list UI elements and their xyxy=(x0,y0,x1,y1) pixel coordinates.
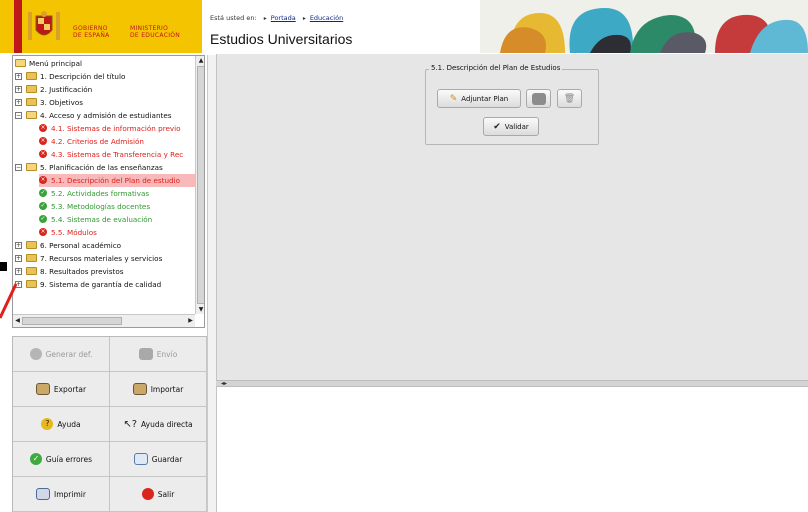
monitor-icon xyxy=(531,92,546,105)
exit-icon xyxy=(141,488,154,500)
navigation-tree-panel: Menú principal + 1. Descripción del títu… xyxy=(12,55,205,328)
error-guide-button[interactable]: ✓ Guía errores xyxy=(13,442,110,477)
folder-icon xyxy=(26,98,37,106)
page-header: GOBIERNO DE ESPAÑA MINISTERIO DE EDUCACIÓN… xyxy=(0,0,808,53)
breadcrumb: Está usted en: ▸ Portada ▸ Educación xyxy=(210,14,343,22)
work-area: 5.1. Descripción del Plan de Estudios ✎ … xyxy=(216,54,808,380)
check-icon: ✓ xyxy=(39,202,47,210)
exit-button[interactable]: Salir xyxy=(110,477,207,512)
error-icon: × xyxy=(39,124,47,132)
view-plan-button[interactable] xyxy=(526,89,551,108)
export-icon xyxy=(35,383,50,395)
expand-plus-icon[interactable]: + xyxy=(15,268,22,275)
expand-plus-icon[interactable]: + xyxy=(15,242,22,249)
header-decoration xyxy=(480,0,808,53)
scroll-down-icon[interactable]: ▼ xyxy=(196,305,204,314)
tree-vertical-scrollbar[interactable]: ▲ ▼ xyxy=(195,56,204,314)
page-title: Estudios Universitarios xyxy=(210,31,353,47)
folder-icon xyxy=(26,241,37,249)
action-buttons-panel: Generar def. Envío Exportar Importar ? A… xyxy=(12,336,207,512)
import-button[interactable]: Importar xyxy=(110,372,207,407)
print-button[interactable]: Imprimir xyxy=(13,477,110,512)
error-icon: × xyxy=(39,228,47,236)
ministry-name: MINISTERIO DE EDUCACIÓN xyxy=(130,25,181,39)
tree-item-5-1[interactable]: × 5.1. Descripción del Plan de estudio xyxy=(39,174,195,187)
validate-button[interactable]: ✔ Validar xyxy=(483,117,539,136)
folder-icon xyxy=(26,267,37,275)
folder-open-icon xyxy=(15,59,26,67)
save-icon xyxy=(133,453,148,465)
pointer-help-icon: ↖? xyxy=(123,418,138,430)
expand-plus-icon[interactable]: + xyxy=(15,255,22,262)
collapse-minus-icon[interactable]: − xyxy=(15,112,22,119)
collapse-minus-icon[interactable]: − xyxy=(15,164,22,171)
folder-icon xyxy=(26,280,37,288)
splitter-arrows-icon[interactable]: ◂▸ xyxy=(221,381,227,387)
send-icon xyxy=(138,348,153,360)
check-icon: ✓ xyxy=(39,215,47,223)
help-button[interactable]: ? Ayuda xyxy=(13,407,110,442)
flag-stripe xyxy=(14,0,22,53)
delete-plan-button[interactable]: 🗑 xyxy=(557,89,582,108)
expand-plus-icon[interactable]: + xyxy=(15,73,22,80)
check-icon: ✓ xyxy=(29,453,42,465)
paperclip-icon: ✎ xyxy=(449,93,458,104)
printer-icon xyxy=(36,488,51,500)
scroll-thumb[interactable] xyxy=(197,66,204,304)
breadcrumb-link-portada[interactable]: Portada xyxy=(271,14,296,22)
breadcrumb-prefix: Está usted en: xyxy=(210,14,257,22)
export-button[interactable]: Exportar xyxy=(13,372,110,407)
lower-content-pane xyxy=(216,387,808,512)
tree-horizontal-scrollbar[interactable]: ◀ ▶ xyxy=(13,314,195,327)
breadcrumb-arrow-icon: ▸ xyxy=(302,15,306,22)
annotation-marker xyxy=(0,262,7,271)
send-button[interactable]: Envío xyxy=(110,337,207,372)
expand-plus-icon[interactable]: + xyxy=(15,99,22,106)
direct-help-button[interactable]: ↖? Ayuda directa xyxy=(110,407,207,442)
trash-icon: 🗑 xyxy=(563,93,576,104)
error-icon: × xyxy=(39,150,47,158)
folder-open-icon xyxy=(26,111,37,119)
folder-icon xyxy=(26,72,37,80)
import-icon xyxy=(132,383,147,395)
navigation-tree: Menú principal + 1. Descripción del títu… xyxy=(13,56,195,314)
expand-plus-icon[interactable]: + xyxy=(15,86,22,93)
error-icon: × xyxy=(39,137,47,145)
panel-divider[interactable] xyxy=(207,55,216,512)
checkmark-icon: ✔ xyxy=(493,121,501,132)
coat-of-arms-icon xyxy=(28,11,60,40)
folder-icon xyxy=(26,85,37,93)
folder-icon xyxy=(26,254,37,262)
plan-description-fieldset: 5.1. Descripción del Plan de Estudios ✎ … xyxy=(425,64,599,145)
government-logo[interactable]: GOBIERNO DE ESPAÑA MINISTERIO DE EDUCACIÓN xyxy=(0,0,202,53)
fieldset-legend: 5.1. Descripción del Plan de Estudios xyxy=(429,64,563,72)
scroll-up-icon[interactable]: ▲ xyxy=(196,56,204,65)
folder-open-icon xyxy=(26,163,37,171)
check-icon: ✓ xyxy=(39,189,47,197)
scroll-thumb[interactable] xyxy=(22,317,122,325)
government-name: GOBIERNO DE ESPAÑA xyxy=(73,25,110,39)
help-icon: ? xyxy=(41,418,54,430)
breadcrumb-arrow-icon: ▸ xyxy=(263,15,267,22)
save-button[interactable]: Guardar xyxy=(110,442,207,477)
breadcrumb-link-educacion[interactable]: Educación xyxy=(310,14,343,22)
gear-icon xyxy=(29,348,42,360)
scroll-right-icon[interactable]: ▶ xyxy=(186,315,195,327)
generate-definitive-button[interactable]: Generar def. xyxy=(13,337,110,372)
error-icon: × xyxy=(39,176,47,184)
pane-splitter[interactable]: ◂▸ xyxy=(216,380,808,387)
attach-plan-button[interactable]: ✎ Adjuntar Plan xyxy=(437,89,521,108)
annotation-arrow-icon xyxy=(0,283,18,319)
